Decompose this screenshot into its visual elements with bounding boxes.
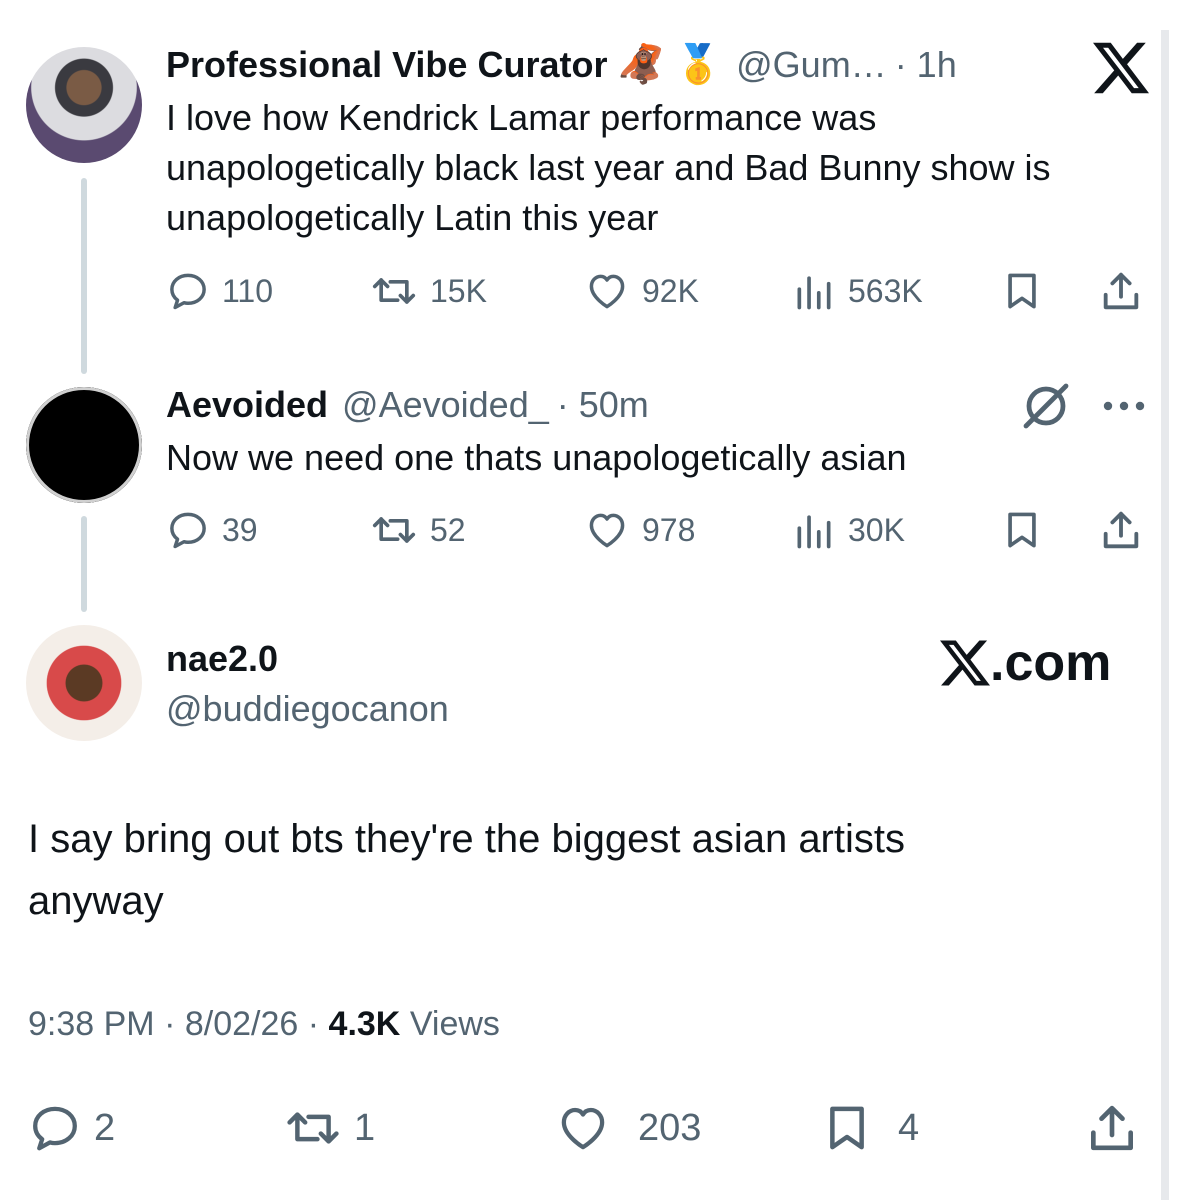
x-logo-icon [1093, 40, 1149, 101]
views-count: 4.3K [328, 1005, 401, 1043]
views-label: Views [409, 1005, 500, 1043]
tweet-2-header: Aevoided @Aevoided_ · 50m [166, 384, 649, 426]
avatar[interactable] [26, 47, 142, 163]
bookmark-button[interactable] [1000, 266, 1044, 316]
tweet-time[interactable]: 9:38 PM [28, 1005, 155, 1043]
display-name[interactable]: Aevoided [166, 384, 328, 426]
avatar[interactable] [26, 625, 142, 741]
handle[interactable]: @Aevoided_ [342, 384, 549, 426]
reply-button[interactable]: 39 [166, 505, 258, 555]
reply-button[interactable]: 2 [28, 1100, 115, 1156]
views-icon [797, 276, 831, 310]
avatar[interactable] [26, 387, 142, 503]
bookmark-icon [1008, 512, 1036, 548]
timestamp[interactable]: · 1h [895, 44, 957, 86]
repost-icon [372, 517, 416, 543]
share-icon [1103, 272, 1139, 310]
x-com-watermark: .com [940, 633, 1111, 693]
reply-icon [170, 273, 206, 310]
repost-button[interactable]: 1 [284, 1100, 375, 1156]
reply-button[interactable]: 110 [166, 266, 273, 316]
repost-icon [287, 1112, 339, 1144]
like-icon [589, 513, 625, 548]
main-tweet-handle-line: @buddiegocanon [166, 688, 449, 730]
share-icon [1103, 511, 1139, 549]
grok-icon[interactable] [1018, 380, 1074, 437]
bookmark-icon [1008, 273, 1036, 309]
share-icon [1091, 1105, 1133, 1151]
views-button[interactable]: 30K [792, 505, 905, 555]
reply-icon [33, 1106, 77, 1151]
tweet-text: I love how Kendrick Lamar performance wa… [166, 97, 1051, 238]
bookmark-button[interactable] [1000, 505, 1044, 555]
main-tweet-header: nae2.0 [166, 638, 278, 680]
bookmark-button[interactable]: 4 [820, 1100, 919, 1156]
display-name[interactable]: nae2.0 [166, 638, 278, 680]
tweet-1-header: Professional Vibe Curator 🦧 🥇 @Gum… · 1h [166, 44, 957, 86]
like-button[interactable]: 978 [584, 505, 695, 555]
display-name[interactable]: Professional Vibe Curator [166, 44, 607, 86]
tweet-meta: 9:38 PM · 8/02/26 · 4.3K Views [28, 1005, 500, 1043]
x-logo-icon [940, 640, 990, 686]
orangutan-emoji: 🦧 [617, 44, 665, 86]
share-button[interactable] [1098, 505, 1144, 555]
repost-button[interactable]: 15K [370, 266, 487, 316]
tweet-date[interactable]: 8/02/26 [185, 1005, 298, 1043]
scrollbar[interactable] [1161, 30, 1169, 1200]
tweet-2-actions: 39 52 978 30K [166, 505, 1146, 555]
tweet-text: Now we need one thats unapologetically a… [166, 437, 907, 478]
handle[interactable]: @buddiegocanon [166, 688, 449, 730]
handle[interactable]: @Gum… [736, 44, 887, 86]
main-tweet-actions: 2 1 203 4 [28, 1100, 1148, 1156]
share-button[interactable] [1098, 266, 1144, 316]
tweet-text: I say bring out bts they're the biggest … [28, 817, 905, 923]
share-button[interactable] [1084, 1100, 1140, 1156]
thread-line [81, 178, 87, 374]
views-icon [797, 515, 831, 549]
tweet-1-actions: 110 15K 92K 563K [166, 266, 1146, 316]
views-button[interactable]: 563K [792, 266, 923, 316]
thread-line [81, 516, 87, 612]
watermark-text: .com [990, 634, 1112, 692]
bookmark-icon [830, 1106, 864, 1150]
timestamp[interactable]: · 50m [557, 384, 649, 426]
like-icon [561, 1107, 605, 1150]
repost-button[interactable]: 52 [370, 505, 466, 555]
repost-icon [372, 278, 416, 304]
reply-icon [170, 512, 206, 549]
like-icon [589, 274, 625, 309]
medal-emoji: 🥇 [674, 44, 723, 86]
like-button[interactable]: 203 [554, 1100, 701, 1156]
like-button[interactable]: 92K [584, 266, 699, 316]
more-icon[interactable] [1100, 392, 1148, 425]
